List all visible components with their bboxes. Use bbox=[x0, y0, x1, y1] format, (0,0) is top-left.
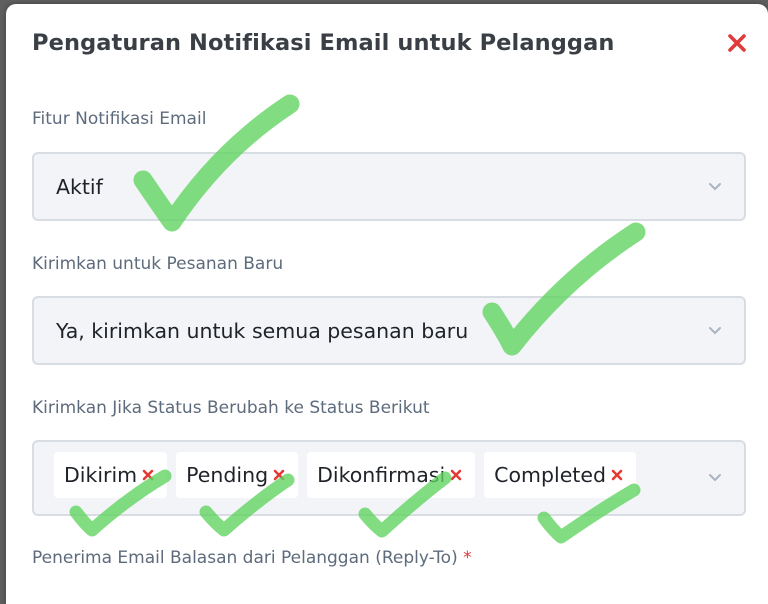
email-feature-select[interactable]: Aktif bbox=[32, 152, 746, 221]
new-orders-select[interactable]: Ya, kirimkan untuk semua pesanan baru bbox=[32, 296, 746, 365]
email-feature-value: Aktif bbox=[56, 174, 103, 199]
email-feature-label: Fitur Notifikasi Email bbox=[32, 109, 207, 129]
chevron-down-icon bbox=[709, 326, 721, 334]
tag-label: Pending bbox=[186, 463, 269, 487]
new-orders-value: Ya, kirimkan untuk semua pesanan baru bbox=[56, 318, 469, 343]
tag-label: Completed bbox=[494, 463, 606, 487]
status-tag: Pending bbox=[176, 452, 299, 498]
close-icon[interactable] bbox=[141, 468, 155, 482]
chevron-down-icon bbox=[709, 182, 721, 190]
chevron-down-icon bbox=[709, 474, 721, 482]
close-icon[interactable] bbox=[610, 468, 624, 482]
new-orders-label: Kirimkan untuk Pesanan Baru bbox=[32, 254, 284, 274]
close-icon[interactable] bbox=[449, 468, 463, 482]
status-multiselect[interactable]: Dikirim Pending Dikonfirmasi Completed bbox=[32, 440, 746, 516]
status-tag: Dikonfirmasi bbox=[307, 452, 476, 498]
status-change-label: Kirimkan Jika Status Berubah ke Status B… bbox=[32, 398, 430, 418]
status-tag: Dikirim bbox=[54, 452, 168, 498]
tag-label: Dikonfirmasi bbox=[317, 463, 446, 487]
tag-label: Dikirim bbox=[64, 463, 138, 487]
close-icon[interactable] bbox=[272, 468, 286, 482]
close-icon bbox=[728, 34, 746, 52]
modal-title: Pengaturan Notifikasi Email untuk Pelang… bbox=[32, 30, 615, 56]
close-button[interactable] bbox=[722, 28, 752, 58]
required-marker: * bbox=[463, 548, 472, 568]
status-tag: Completed bbox=[484, 452, 636, 498]
status-tag-list: Dikirim Pending Dikonfirmasi Completed bbox=[54, 452, 636, 498]
reply-to-label-text: Penerima Email Balasan dari Pelanggan (R… bbox=[32, 548, 458, 568]
reply-to-label: Penerima Email Balasan dari Pelanggan (R… bbox=[32, 548, 472, 568]
notification-settings-modal: Pengaturan Notifikasi Email untuk Pelang… bbox=[6, 4, 768, 604]
